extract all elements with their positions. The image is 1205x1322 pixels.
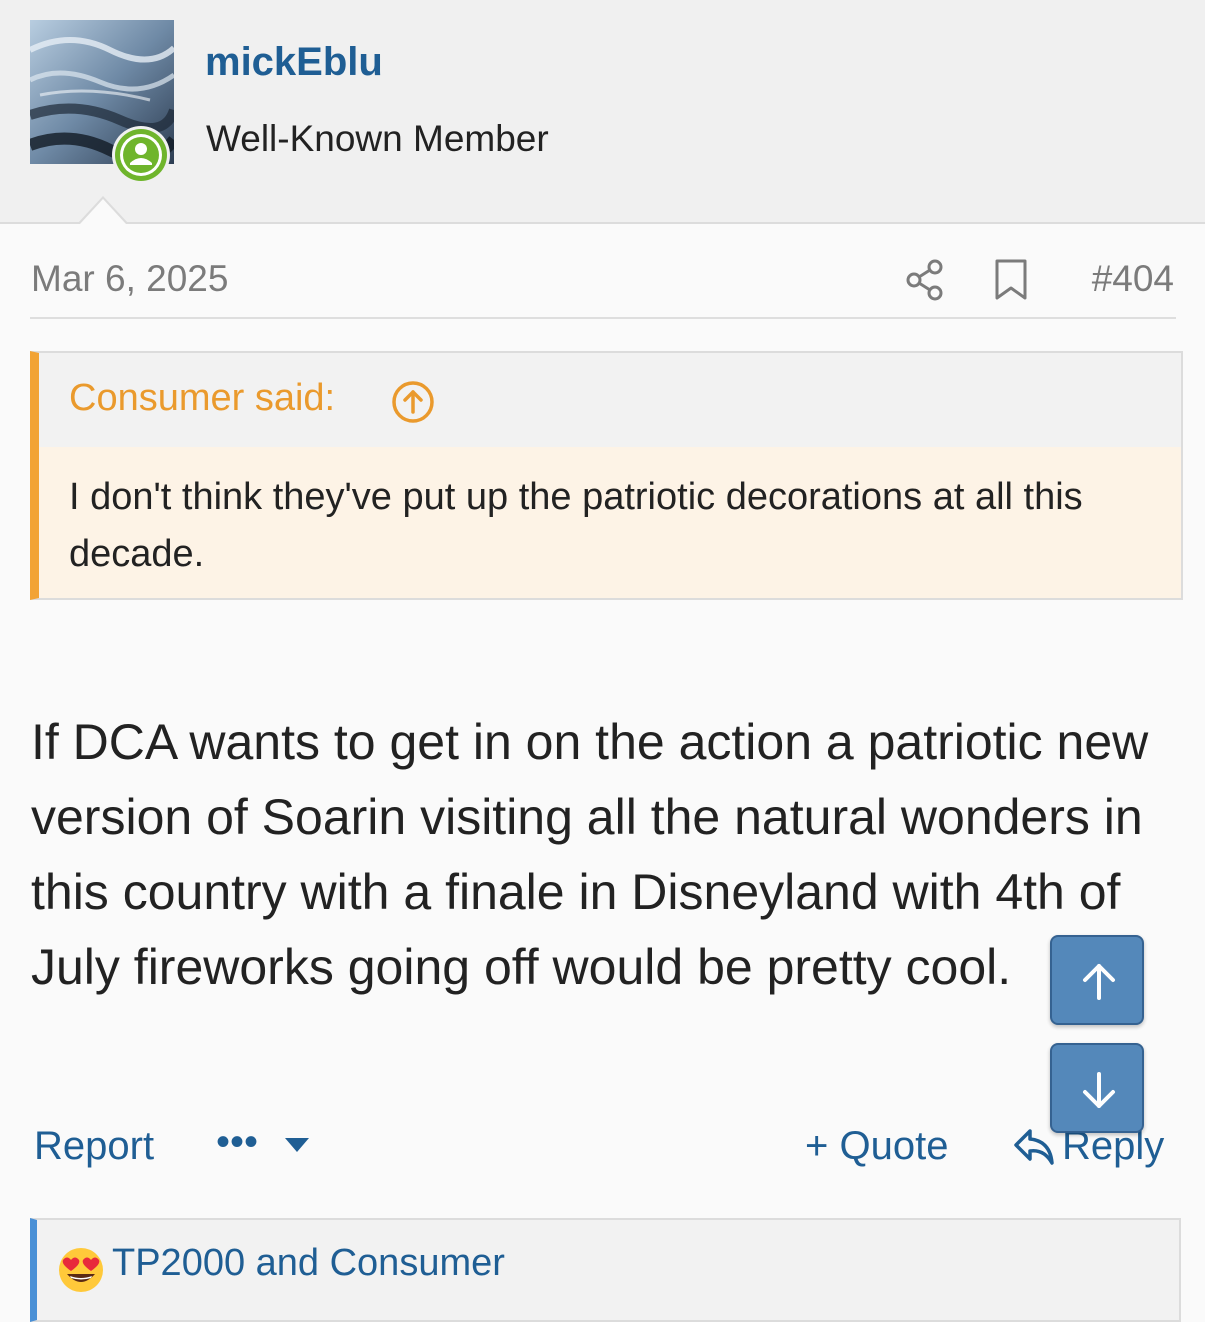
quote-text: I don't think they've put up the patriot…	[69, 476, 1083, 575]
post-number-link[interactable]: #404	[1092, 258, 1174, 300]
quote-block: Consumer said: I don't think they've put…	[30, 351, 1183, 600]
arrow-up-circle-icon[interactable]	[391, 380, 435, 424]
heart-eyes-emoji-icon	[59, 1248, 103, 1292]
divider	[30, 317, 1176, 319]
scroll-to-bottom-button[interactable]	[1050, 1043, 1144, 1133]
share-icon[interactable]	[903, 258, 947, 302]
post-date[interactable]: Mar 6, 2025	[31, 258, 228, 300]
user-online-icon	[115, 129, 167, 181]
post-header: mickEblu Well-Known Member	[0, 0, 1205, 224]
quote-author[interactable]: Consumer said:	[69, 377, 335, 420]
chevron-down-icon[interactable]	[285, 1138, 309, 1154]
reaction-users-link[interactable]: TP2000 and Consumer	[112, 1242, 505, 1285]
quote-content: I don't think they've put up the patriot…	[39, 447, 1181, 598]
quote-button[interactable]: + Quote	[805, 1124, 948, 1169]
reply-icon	[1014, 1129, 1054, 1165]
report-link[interactable]: Report	[34, 1124, 154, 1169]
arrow-down-icon	[1083, 1072, 1115, 1108]
header-pointer	[78, 196, 128, 224]
user-title: Well-Known Member	[206, 118, 549, 159]
bookmark-icon[interactable]	[993, 258, 1029, 302]
online-status-badge	[112, 126, 170, 184]
post-body: If DCA wants to get in on the action a p…	[31, 714, 1149, 995]
arrow-up-icon	[1083, 964, 1115, 1000]
reactions-bar: TP2000 and Consumer	[30, 1218, 1181, 1322]
username-link[interactable]: mickEblu	[205, 40, 383, 85]
scroll-to-top-button[interactable]	[1050, 935, 1144, 1025]
more-options-button[interactable]: •••	[216, 1120, 258, 1165]
